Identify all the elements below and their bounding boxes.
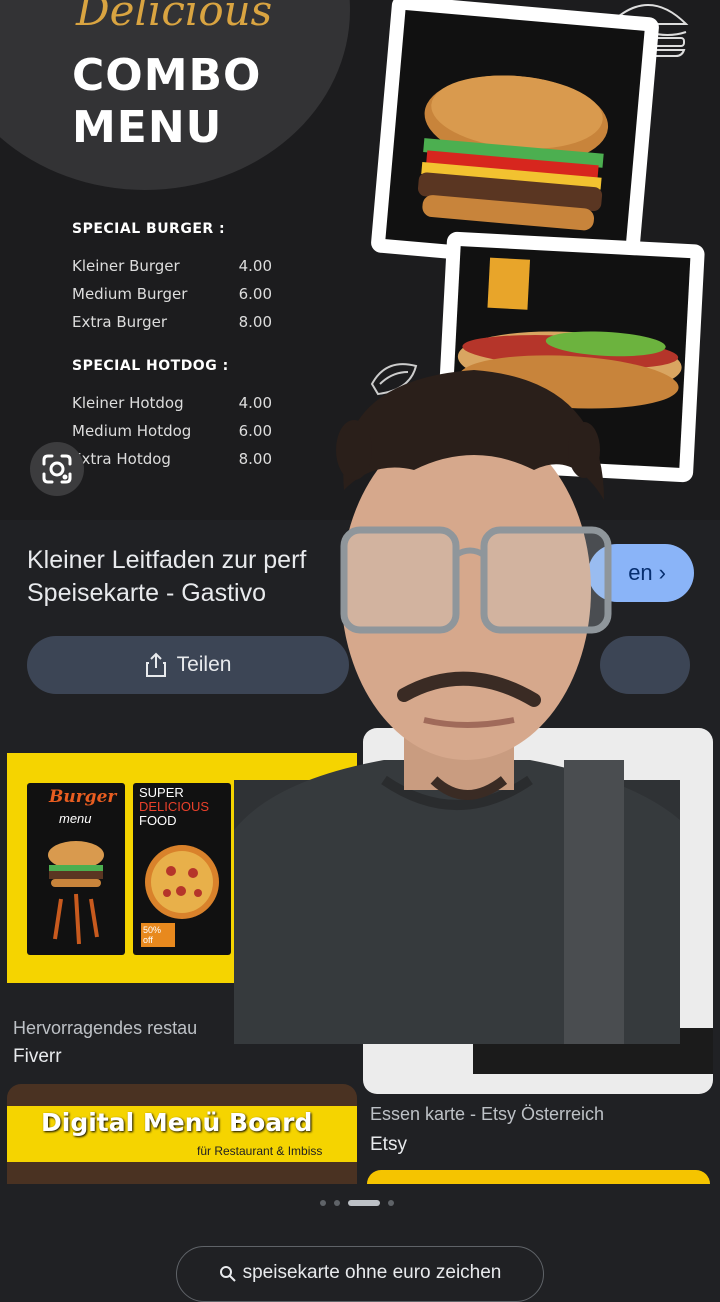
banner-title: Digital Menü Board — [41, 1108, 313, 1137]
menu-item: Extra Burger 8.00 — [72, 313, 272, 331]
item-price: 6.00 — [238, 285, 272, 303]
lens-icon[interactable] — [30, 442, 84, 496]
flyer-title: Burger — [49, 787, 117, 807]
search-suggestion-chip[interactable]: speisekarte ohne euro zeichen — [176, 1246, 544, 1302]
person-figure — [234, 370, 680, 1044]
pizza-flyer: SUPER DELICIOUS FOOD 50% off — [133, 783, 231, 955]
item-name: Extra Burger — [72, 313, 167, 331]
item-name: Medium Burger — [72, 285, 188, 303]
page-dot-active[interactable] — [348, 1200, 380, 1206]
related-thumbnail[interactable] — [367, 1170, 710, 1184]
banner-subtitle: für Restaurant & Imbiss — [197, 1144, 323, 1158]
page-dot[interactable] — [320, 1200, 326, 1206]
pagination-dots — [320, 1200, 394, 1206]
creator-video-overlay — [234, 360, 680, 1044]
item-name: Extra Hotdog — [72, 450, 171, 468]
pizza-icon — [145, 845, 219, 919]
item-price: 8.00 — [238, 313, 272, 331]
menu-title-line1: COMBO — [72, 50, 262, 101]
camera-search-icon — [42, 454, 72, 484]
menu-title-line2: MENU — [72, 102, 223, 153]
flyer-subtitle: menu — [59, 811, 92, 826]
menu-title: COMBO MENU — [72, 50, 261, 154]
burger-photo — [374, 0, 656, 271]
burger-icon — [418, 75, 609, 231]
discount-badge: 50% off — [141, 923, 175, 947]
burger-photo-inner — [385, 9, 645, 261]
search-suggestion-label: speisekarte ohne euro zeichen — [242, 1262, 502, 1283]
burger-section-title: SPECIAL BURGER : — [72, 221, 226, 237]
item-name: Kleiner Burger — [72, 257, 180, 275]
related-thumbnail[interactable]: Digital Menü Board für Restaurant & Imbi… — [7, 1084, 357, 1184]
flyer-super: SUPER — [139, 785, 184, 800]
related-caption[interactable]: Hervorragendes restau — [13, 1018, 197, 1039]
flyer-food: FOOD — [139, 813, 177, 828]
burger-menu-flyer: Burger menu — [27, 783, 125, 955]
menu-item: Kleiner Burger 4.00 — [72, 257, 272, 275]
related-source: Etsy — [370, 1134, 407, 1155]
share-icon — [145, 652, 166, 677]
burger-icon — [48, 841, 104, 945]
page-dot[interactable] — [334, 1200, 340, 1206]
related-caption[interactable]: Essen karte - Etsy Österreich — [370, 1104, 604, 1125]
menu-item: Medium Burger 6.00 — [72, 285, 272, 303]
share-label: Teilen — [176, 653, 232, 676]
hotdog-section-title: SPECIAL HOTDOG : — [72, 358, 229, 374]
item-name: Kleiner Hotdog — [72, 394, 184, 412]
menu-script-title: Delicious — [76, 0, 273, 35]
search-icon — [219, 1266, 236, 1282]
item-name: Medium Hotdog — [72, 422, 192, 440]
item-price: 4.00 — [238, 257, 272, 275]
related-source: Fiverr — [13, 1046, 62, 1067]
page-dot[interactable] — [388, 1200, 394, 1206]
flyer-delicious: DELICIOUS — [139, 799, 210, 814]
